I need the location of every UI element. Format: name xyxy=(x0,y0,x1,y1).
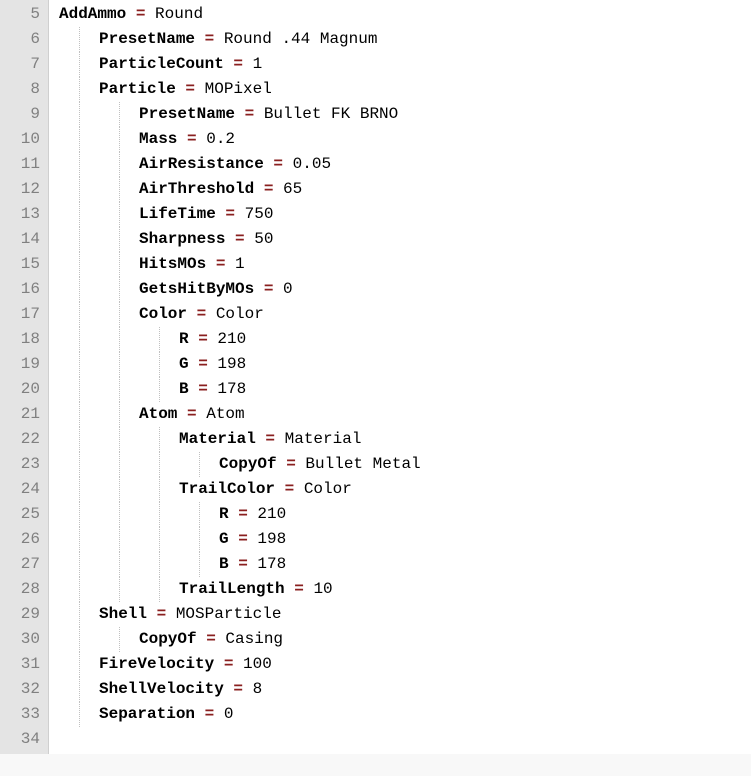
code-line[interactable]: R = 210 xyxy=(59,327,751,352)
line-number: 33 xyxy=(4,702,40,727)
code-text: AddAmmo = Round xyxy=(59,5,203,23)
code-text: Material = Material xyxy=(59,430,361,448)
code-line[interactable]: LifeTime = 750 xyxy=(59,202,751,227)
code-text: B = 178 xyxy=(59,380,246,398)
line-number: 19 xyxy=(4,352,40,377)
line-number: 7 xyxy=(4,52,40,77)
line-number: 27 xyxy=(4,552,40,577)
code-line[interactable]: TrailLength = 10 xyxy=(59,577,751,602)
line-number: 26 xyxy=(4,527,40,552)
code-line[interactable]: AddAmmo = Round xyxy=(59,2,751,27)
line-number: 20 xyxy=(4,377,40,402)
code-line[interactable]: PresetName = Round .44 Magnum xyxy=(59,27,751,52)
code-text: Particle = MOPixel xyxy=(59,80,272,98)
code-line[interactable]: G = 198 xyxy=(59,352,751,377)
code-line[interactable]: G = 198 xyxy=(59,527,751,552)
line-number: 13 xyxy=(4,202,40,227)
code-text: B = 178 xyxy=(59,555,286,573)
code-text: G = 198 xyxy=(59,530,286,548)
line-number: 34 xyxy=(4,727,40,752)
line-number: 22 xyxy=(4,427,40,452)
code-text: LifeTime = 750 xyxy=(59,205,273,223)
code-line[interactable]: CopyOf = Bullet Metal xyxy=(59,452,751,477)
line-number: 5 xyxy=(4,2,40,27)
code-line[interactable]: AirResistance = 0.05 xyxy=(59,152,751,177)
code-line[interactable]: GetsHitByMOs = 0 xyxy=(59,277,751,302)
line-number: 8 xyxy=(4,77,40,102)
line-number: 32 xyxy=(4,677,40,702)
code-text: Mass = 0.2 xyxy=(59,130,235,148)
line-number: 30 xyxy=(4,627,40,652)
code-line[interactable]: HitsMOs = 1 xyxy=(59,252,751,277)
code-line[interactable]: Separation = 0 xyxy=(59,702,751,727)
code-line[interactable]: Atom = Atom xyxy=(59,402,751,427)
code-line[interactable]: Material = Material xyxy=(59,427,751,452)
code-line[interactable]: ShellVelocity = 8 xyxy=(59,677,751,702)
line-number: 17 xyxy=(4,302,40,327)
code-text: PresetName = Bullet FK BRNO xyxy=(59,105,398,123)
code-line[interactable]: B = 178 xyxy=(59,552,751,577)
code-text: HitsMOs = 1 xyxy=(59,255,245,273)
code-line[interactable]: PresetName = Bullet FK BRNO xyxy=(59,102,751,127)
code-text: TrailLength = 10 xyxy=(59,580,333,598)
code-line[interactable]: FireVelocity = 100 xyxy=(59,652,751,677)
code-text: G = 198 xyxy=(59,355,246,373)
line-number: 29 xyxy=(4,602,40,627)
code-line[interactable]: Sharpness = 50 xyxy=(59,227,751,252)
line-number: 9 xyxy=(4,102,40,127)
code-text: Atom = Atom xyxy=(59,405,245,423)
code-text: R = 210 xyxy=(59,505,286,523)
code-editor[interactable]: 5678910111213141516171819202122232425262… xyxy=(0,0,751,754)
line-number: 28 xyxy=(4,577,40,602)
code-text: Sharpness = 50 xyxy=(59,230,273,248)
code-line[interactable]: R = 210 xyxy=(59,502,751,527)
code-text: Shell = MOSParticle xyxy=(59,605,281,623)
line-number: 6 xyxy=(4,27,40,52)
code-text: FireVelocity = 100 xyxy=(59,655,272,673)
line-number: 12 xyxy=(4,177,40,202)
code-text: AirThreshold = 65 xyxy=(59,180,302,198)
code-text: ParticleCount = 1 xyxy=(59,55,262,73)
code-line[interactable]: Particle = MOPixel xyxy=(59,77,751,102)
code-line[interactable]: CopyOf = Casing xyxy=(59,627,751,652)
code-area[interactable]: AddAmmo = Round PresetName = Round .44 Ma… xyxy=(49,0,751,754)
line-number: 16 xyxy=(4,277,40,302)
code-text: Color = Color xyxy=(59,305,264,323)
line-number: 15 xyxy=(4,252,40,277)
line-number: 23 xyxy=(4,452,40,477)
code-text: PresetName = Round .44 Magnum xyxy=(59,30,377,48)
code-text: ShellVelocity = 8 xyxy=(59,680,262,698)
code-line[interactable]: ParticleCount = 1 xyxy=(59,52,751,77)
code-line[interactable]: Mass = 0.2 xyxy=(59,127,751,152)
line-number: 18 xyxy=(4,327,40,352)
code-text: GetsHitByMOs = 0 xyxy=(59,280,293,298)
code-line[interactable]: AirThreshold = 65 xyxy=(59,177,751,202)
code-text: CopyOf = Bullet Metal xyxy=(59,455,421,473)
line-number-gutter: 5678910111213141516171819202122232425262… xyxy=(0,0,49,754)
code-text: R = 210 xyxy=(59,330,246,348)
line-number: 24 xyxy=(4,477,40,502)
line-number: 31 xyxy=(4,652,40,677)
line-number: 21 xyxy=(4,402,40,427)
line-number: 25 xyxy=(4,502,40,527)
code-line[interactable]: Color = Color xyxy=(59,302,751,327)
line-number: 14 xyxy=(4,227,40,252)
line-number: 10 xyxy=(4,127,40,152)
line-number: 11 xyxy=(4,152,40,177)
code-text: CopyOf = Casing xyxy=(59,630,283,648)
code-text: Separation = 0 xyxy=(59,705,233,723)
code-line[interactable]: TrailColor = Color xyxy=(59,477,751,502)
code-line[interactable] xyxy=(59,727,751,752)
code-text: AirResistance = 0.05 xyxy=(59,155,331,173)
code-line[interactable]: Shell = MOSParticle xyxy=(59,602,751,627)
code-line[interactable]: B = 178 xyxy=(59,377,751,402)
code-text: TrailColor = Color xyxy=(59,480,352,498)
